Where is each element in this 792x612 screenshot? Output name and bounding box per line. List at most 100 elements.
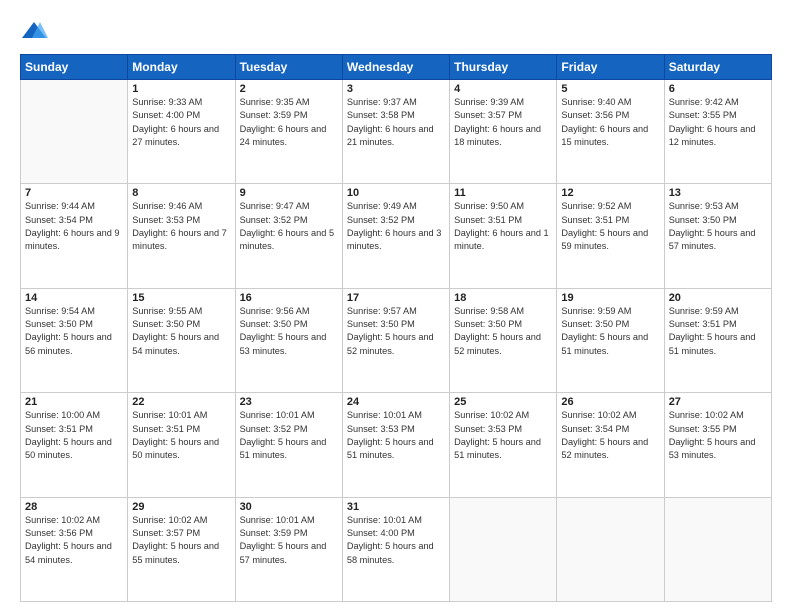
day-info: Sunrise: 9:56 AM Sunset: 3:50 PM Dayligh…	[240, 305, 338, 358]
day-info: Sunrise: 9:53 AM Sunset: 3:50 PM Dayligh…	[669, 200, 767, 253]
day-info: Sunrise: 9:58 AM Sunset: 3:50 PM Dayligh…	[454, 305, 552, 358]
day-number: 5	[561, 83, 659, 95]
calendar-week-3: 14Sunrise: 9:54 AM Sunset: 3:50 PM Dayli…	[21, 288, 772, 392]
day-info: Sunrise: 9:39 AM Sunset: 3:57 PM Dayligh…	[454, 96, 552, 149]
day-info: Sunrise: 9:40 AM Sunset: 3:56 PM Dayligh…	[561, 96, 659, 149]
calendar-cell: 7Sunrise: 9:44 AM Sunset: 3:54 PM Daylig…	[21, 184, 128, 288]
day-number: 25	[454, 396, 552, 408]
day-number: 20	[669, 292, 767, 304]
calendar-cell: 23Sunrise: 10:01 AM Sunset: 3:52 PM Dayl…	[235, 393, 342, 497]
day-info: Sunrise: 10:01 AM Sunset: 3:53 PM Daylig…	[347, 409, 445, 462]
calendar-header-saturday: Saturday	[664, 55, 771, 80]
day-number: 28	[25, 501, 123, 513]
calendar-cell: 10Sunrise: 9:49 AM Sunset: 3:52 PM Dayli…	[342, 184, 449, 288]
calendar-week-4: 21Sunrise: 10:00 AM Sunset: 3:51 PM Dayl…	[21, 393, 772, 497]
day-number: 4	[454, 83, 552, 95]
calendar-cell: 3Sunrise: 9:37 AM Sunset: 3:58 PM Daylig…	[342, 80, 449, 184]
calendar-table: SundayMondayTuesdayWednesdayThursdayFrid…	[20, 54, 772, 602]
calendar-week-5: 28Sunrise: 10:02 AM Sunset: 3:56 PM Dayl…	[21, 497, 772, 601]
calendar-cell: 26Sunrise: 10:02 AM Sunset: 3:54 PM Dayl…	[557, 393, 664, 497]
calendar-cell	[21, 80, 128, 184]
day-info: Sunrise: 10:02 AM Sunset: 3:53 PM Daylig…	[454, 409, 552, 462]
day-number: 29	[132, 501, 230, 513]
calendar-cell: 5Sunrise: 9:40 AM Sunset: 3:56 PM Daylig…	[557, 80, 664, 184]
day-info: Sunrise: 9:54 AM Sunset: 3:50 PM Dayligh…	[25, 305, 123, 358]
day-info: Sunrise: 10:01 AM Sunset: 3:51 PM Daylig…	[132, 409, 230, 462]
calendar-cell: 22Sunrise: 10:01 AM Sunset: 3:51 PM Dayl…	[128, 393, 235, 497]
header	[20, 18, 772, 46]
calendar-cell: 30Sunrise: 10:01 AM Sunset: 3:59 PM Dayl…	[235, 497, 342, 601]
calendar-cell: 16Sunrise: 9:56 AM Sunset: 3:50 PM Dayli…	[235, 288, 342, 392]
day-number: 27	[669, 396, 767, 408]
calendar-cell: 29Sunrise: 10:02 AM Sunset: 3:57 PM Dayl…	[128, 497, 235, 601]
calendar-cell: 15Sunrise: 9:55 AM Sunset: 3:50 PM Dayli…	[128, 288, 235, 392]
day-info: Sunrise: 9:49 AM Sunset: 3:52 PM Dayligh…	[347, 200, 445, 253]
day-number: 22	[132, 396, 230, 408]
day-info: Sunrise: 10:02 AM Sunset: 3:55 PM Daylig…	[669, 409, 767, 462]
calendar-cell: 27Sunrise: 10:02 AM Sunset: 3:55 PM Dayl…	[664, 393, 771, 497]
day-number: 15	[132, 292, 230, 304]
calendar-header-row: SundayMondayTuesdayWednesdayThursdayFrid…	[21, 55, 772, 80]
day-number: 18	[454, 292, 552, 304]
calendar-cell: 25Sunrise: 10:02 AM Sunset: 3:53 PM Dayl…	[450, 393, 557, 497]
day-number: 11	[454, 187, 552, 199]
day-number: 19	[561, 292, 659, 304]
day-number: 23	[240, 396, 338, 408]
calendar-header-friday: Friday	[557, 55, 664, 80]
calendar-cell: 6Sunrise: 9:42 AM Sunset: 3:55 PM Daylig…	[664, 80, 771, 184]
day-info: Sunrise: 9:52 AM Sunset: 3:51 PM Dayligh…	[561, 200, 659, 253]
day-info: Sunrise: 10:01 AM Sunset: 3:59 PM Daylig…	[240, 514, 338, 567]
day-info: Sunrise: 10:02 AM Sunset: 3:57 PM Daylig…	[132, 514, 230, 567]
day-info: Sunrise: 9:46 AM Sunset: 3:53 PM Dayligh…	[132, 200, 230, 253]
calendar-cell: 21Sunrise: 10:00 AM Sunset: 3:51 PM Dayl…	[21, 393, 128, 497]
calendar-cell: 24Sunrise: 10:01 AM Sunset: 3:53 PM Dayl…	[342, 393, 449, 497]
calendar-cell: 1Sunrise: 9:33 AM Sunset: 4:00 PM Daylig…	[128, 80, 235, 184]
calendar-cell: 14Sunrise: 9:54 AM Sunset: 3:50 PM Dayli…	[21, 288, 128, 392]
calendar-cell: 18Sunrise: 9:58 AM Sunset: 3:50 PM Dayli…	[450, 288, 557, 392]
day-info: Sunrise: 9:47 AM Sunset: 3:52 PM Dayligh…	[240, 200, 338, 253]
day-number: 9	[240, 187, 338, 199]
day-number: 10	[347, 187, 445, 199]
calendar-header-wednesday: Wednesday	[342, 55, 449, 80]
calendar-cell: 17Sunrise: 9:57 AM Sunset: 3:50 PM Dayli…	[342, 288, 449, 392]
calendar-header-thursday: Thursday	[450, 55, 557, 80]
day-number: 24	[347, 396, 445, 408]
calendar-cell: 19Sunrise: 9:59 AM Sunset: 3:50 PM Dayli…	[557, 288, 664, 392]
calendar-cell: 4Sunrise: 9:39 AM Sunset: 3:57 PM Daylig…	[450, 80, 557, 184]
day-number: 14	[25, 292, 123, 304]
day-number: 31	[347, 501, 445, 513]
day-number: 12	[561, 187, 659, 199]
calendar-header-sunday: Sunday	[21, 55, 128, 80]
day-number: 2	[240, 83, 338, 95]
day-number: 3	[347, 83, 445, 95]
day-info: Sunrise: 9:33 AM Sunset: 4:00 PM Dayligh…	[132, 96, 230, 149]
day-number: 6	[669, 83, 767, 95]
day-info: Sunrise: 9:59 AM Sunset: 3:50 PM Dayligh…	[561, 305, 659, 358]
logo	[20, 18, 52, 46]
calendar-week-2: 7Sunrise: 9:44 AM Sunset: 3:54 PM Daylig…	[21, 184, 772, 288]
day-info: Sunrise: 10:02 AM Sunset: 3:56 PM Daylig…	[25, 514, 123, 567]
logo-icon	[20, 18, 48, 46]
day-number: 26	[561, 396, 659, 408]
page: SundayMondayTuesdayWednesdayThursdayFrid…	[0, 0, 792, 612]
day-number: 30	[240, 501, 338, 513]
day-info: Sunrise: 10:01 AM Sunset: 4:00 PM Daylig…	[347, 514, 445, 567]
day-number: 13	[669, 187, 767, 199]
calendar-cell: 9Sunrise: 9:47 AM Sunset: 3:52 PM Daylig…	[235, 184, 342, 288]
day-number: 7	[25, 187, 123, 199]
day-number: 16	[240, 292, 338, 304]
calendar-cell	[450, 497, 557, 601]
day-info: Sunrise: 9:50 AM Sunset: 3:51 PM Dayligh…	[454, 200, 552, 253]
calendar-cell: 11Sunrise: 9:50 AM Sunset: 3:51 PM Dayli…	[450, 184, 557, 288]
calendar-cell	[664, 497, 771, 601]
calendar-cell: 28Sunrise: 10:02 AM Sunset: 3:56 PM Dayl…	[21, 497, 128, 601]
calendar-header-tuesday: Tuesday	[235, 55, 342, 80]
day-info: Sunrise: 10:01 AM Sunset: 3:52 PM Daylig…	[240, 409, 338, 462]
calendar-cell: 12Sunrise: 9:52 AM Sunset: 3:51 PM Dayli…	[557, 184, 664, 288]
day-info: Sunrise: 9:44 AM Sunset: 3:54 PM Dayligh…	[25, 200, 123, 253]
day-number: 8	[132, 187, 230, 199]
calendar-cell: 8Sunrise: 9:46 AM Sunset: 3:53 PM Daylig…	[128, 184, 235, 288]
calendar-header-monday: Monday	[128, 55, 235, 80]
day-info: Sunrise: 9:42 AM Sunset: 3:55 PM Dayligh…	[669, 96, 767, 149]
day-number: 17	[347, 292, 445, 304]
